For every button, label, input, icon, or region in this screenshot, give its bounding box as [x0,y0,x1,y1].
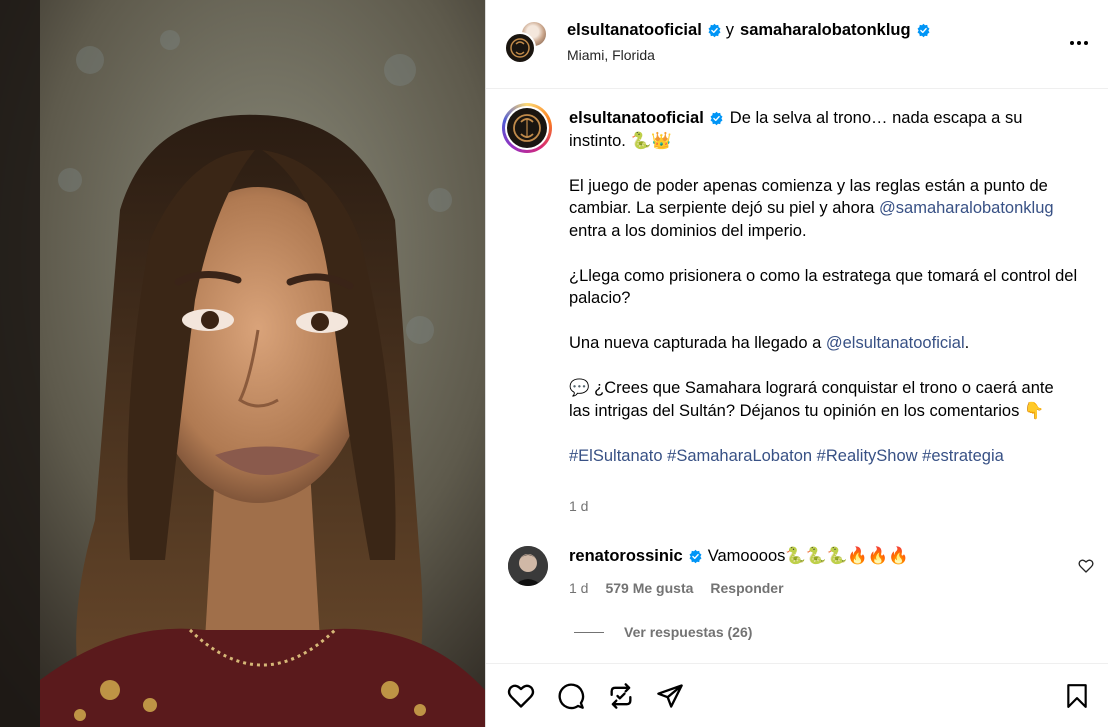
sultanato-logo-icon [510,38,530,58]
like-button[interactable] [506,682,535,710]
caption-para4-post: . [964,334,970,352]
comment-timestamp[interactable]: 1 d [569,580,588,596]
caption-first-line: elsultanatooficial De la selva al trono… … [569,107,1079,152]
header-account2[interactable]: samaharalobatonklug [740,21,911,40]
caption-username[interactable]: elsultanatooficial [569,109,704,127]
collab-names: elsultanatooficial y samaharalobatonklug [567,21,931,40]
caption-gap [569,310,1079,333]
header-account1[interactable]: elsultanatooficial [567,21,702,40]
post-location[interactable]: Miami, Florida [567,47,655,63]
comment-heart-icon[interactable] [1078,558,1094,574]
caption-para4-pre: Una nueva capturada ha llegado a [569,334,826,352]
comment-text: Vamoooos🐍🐍🐍🔥🔥🔥 [707,547,909,565]
avatar-elsultanatooficial[interactable] [504,32,536,64]
caption-paragraph-4: Una nueva capturada ha llegado a @elsult… [569,332,1079,355]
comment-avatar[interactable] [508,546,548,586]
post-image[interactable] [0,0,485,727]
verified-badge-icon [708,23,721,38]
caption-timestamp[interactable]: 1 d [569,498,588,514]
header-conjunction: y [725,21,735,39]
caption-gap [569,355,1079,378]
comment-username[interactable]: renatorossinic [569,547,683,566]
more-dot [1077,41,1081,45]
comment-body: renatorossinic Vamoooos🐍🐍🐍🔥🔥🔥 [569,547,909,566]
more-options-button[interactable] [1067,31,1091,55]
caption-paragraph-3: ¿Llega como prisionera o como la estrate… [569,266,1078,308]
replies-divider-line [574,631,604,633]
more-dot [1084,41,1088,45]
comment-button[interactable] [557,682,585,710]
verified-badge-icon [689,549,702,564]
caption-para2-post: entra a los dominios del imperio. [569,221,807,240]
sultanato-logo-icon [513,114,541,142]
repost-button[interactable] [607,682,635,710]
caption-gap [569,422,1079,445]
post-header: elsultanatooficial y samaharalobatonklug… [486,0,1108,89]
collab-avatars[interactable] [504,20,550,66]
caption-paragraph-5: 💬 ¿Crees que Samahara logrará conquistar… [569,379,1054,420]
post-caption: elsultanatooficial De la selva al trono… … [569,107,1079,467]
comment-icon [558,683,585,710]
verified-badge-icon [917,23,930,38]
view-replies-label: Ver respuestas (26) [624,624,753,640]
post-detail-panel: elsultanatooficial y samaharalobatonklug… [485,0,1108,727]
caption-paragraph-2: El juego de poder apenas comienza y las … [569,175,1079,243]
mention-link[interactable]: @elsultanatooficial [826,334,965,352]
caption-avatar-ring [505,106,549,150]
caption-gap [569,152,1079,175]
user-avatar-image [508,546,548,586]
share-button[interactable] [656,682,684,710]
view-replies-button[interactable]: Ver respuestas (26) [574,624,752,640]
bookmark-icon [1067,684,1087,708]
caption-hashtags[interactable]: #ElSultanato #SamaharaLobaton #RealitySh… [569,445,1079,468]
post-photo-portrait [0,0,485,727]
more-horizontal-icon [1070,41,1074,45]
caption-avatar[interactable] [502,103,552,153]
post-actions-bar [486,663,1108,727]
verified-badge-icon [710,111,723,126]
caption-gap [569,242,1079,265]
save-button[interactable] [1064,682,1092,710]
caption-avatar-image [507,108,547,148]
mention-link[interactable]: @samaharalobatonklug [879,199,1054,217]
share-icon [657,684,683,708]
heart-icon [507,684,535,708]
comment-likes[interactable]: 579 Me gusta [605,580,693,596]
reply-button[interactable]: Responder [710,580,783,596]
comment-meta: 1 d 579 Me gusta Responder [569,580,784,596]
repost-icon [610,683,632,709]
